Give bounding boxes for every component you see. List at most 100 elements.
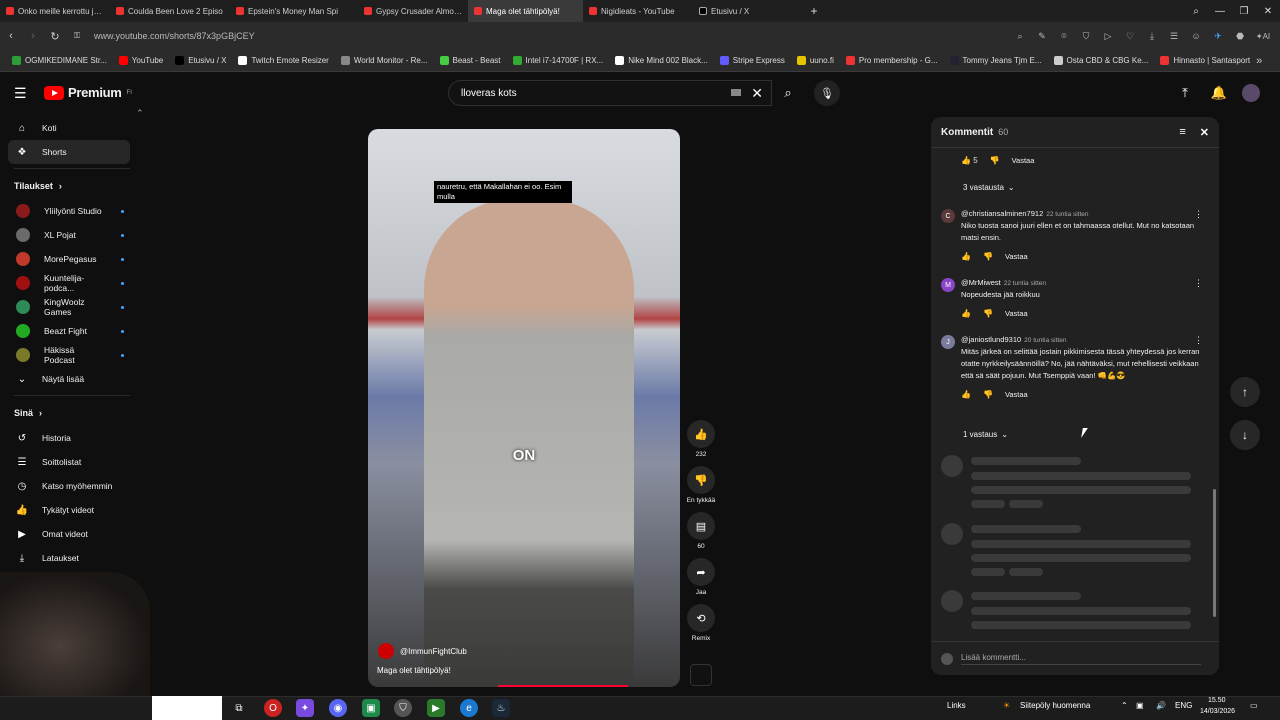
add-comment-input[interactable]: Lisää kommentti... — [961, 653, 1201, 665]
sidebar-item[interactable]: ☰ Soittolistat — [0, 450, 130, 474]
avatar[interactable]: M — [941, 278, 955, 292]
bookmark-item[interactable]: Etusivu / X — [169, 56, 232, 65]
channel-thumbnail-button[interactable] — [690, 664, 712, 686]
discord-icon[interactable]: ◉ — [329, 699, 347, 717]
browser-tab[interactable]: Onko meille kerrottu jo ka — [0, 0, 110, 22]
sidebar-item[interactable]: ▶ Omat videot — [0, 522, 130, 546]
remix-action[interactable]: ⟲ Remix — [687, 604, 715, 642]
avatar[interactable]: J — [941, 335, 955, 349]
shield-icon[interactable]: ⛉ — [394, 699, 412, 717]
search-input[interactable] — [449, 81, 709, 105]
like-comment-icon[interactable]: 👍 5 — [961, 156, 978, 165]
ai-button[interactable]: ✦AI — [1252, 26, 1274, 46]
sidebar-item[interactable]: ↺ Historia — [0, 426, 130, 450]
language-indicator[interactable]: ENG — [1175, 701, 1192, 710]
avatar[interactable]: C — [941, 209, 955, 223]
sidebar-item[interactable]: Beazt Fight — [0, 319, 130, 343]
comment-icon[interactable]: ▤ — [687, 512, 715, 540]
sort-icon[interactable]: ≡ — [1179, 126, 1185, 139]
short-video-player[interactable]: nauretru, että Makallahan ei oo. Esim mu… — [368, 129, 680, 687]
close-window-icon[interactable]: ✕ — [1256, 0, 1280, 22]
comment-time[interactable]: 20 tuntia sitten — [1024, 337, 1066, 344]
app-icon[interactable]: ✦ — [296, 699, 314, 717]
tray-app-icon[interactable]: ▣ — [1136, 701, 1144, 710]
more-options-icon[interactable]: ⋮ — [1194, 335, 1203, 346]
avatar[interactable] — [1242, 84, 1260, 102]
comment-time[interactable]: 22 tuntia sitten — [1004, 280, 1046, 287]
sidebar-item[interactable]: MorePegasus — [0, 247, 130, 271]
browser-tab[interactable]: Epstein's Money Man Spi — [230, 0, 358, 22]
previous-short-button[interactable]: ↑ — [1230, 377, 1260, 407]
like-action[interactable]: 👍 232 — [687, 420, 715, 458]
like-comment-icon[interactable]: 👍 — [961, 252, 971, 261]
like-comment-icon[interactable]: 👍 — [961, 390, 971, 399]
reply-button[interactable]: Vastaa — [1005, 252, 1028, 261]
bookmark-item[interactable]: Hinnasto | Santasport — [1154, 56, 1256, 65]
bookmark-item[interactable]: World Monitor - Re... — [335, 56, 434, 65]
weather-widget[interactable]: Siitepöly huomenna — [1020, 701, 1090, 710]
video-title[interactable]: Maga olet tähtipölyä! — [377, 666, 451, 675]
forward-icon[interactable]: › — [22, 22, 44, 50]
comment-author[interactable]: @janiostlund9310 — [961, 335, 1021, 344]
minimize-icon[interactable]: — — [1208, 0, 1232, 22]
dislike-action[interactable]: 👎 En tykkää — [687, 466, 715, 504]
bookmark-item[interactable]: OGMIKEDIMANE Str... — [6, 56, 113, 65]
bookmark-item[interactable]: Nike Mind 002 Black... — [609, 56, 714, 65]
task-view-icon[interactable]: ⧉ — [230, 699, 248, 717]
more-options-icon[interactable]: ⋮ — [1194, 209, 1203, 220]
like-comment-icon[interactable]: 👍 — [961, 309, 971, 318]
screenshot-icon[interactable]: ⌾ — [1054, 26, 1074, 46]
reply-button[interactable]: Vastaa — [1005, 390, 1028, 399]
site-info-icon[interactable]: ⚿ — [66, 22, 88, 50]
video-channel[interactable]: @ImmunFightClub — [378, 643, 467, 659]
keyboard-icon[interactable] — [731, 89, 741, 96]
dislike-comment-icon[interactable]: 👎 — [983, 309, 993, 318]
reply-button[interactable]: Vastaa — [1012, 156, 1035, 165]
puzzle-icon[interactable]: ⬣ — [1230, 26, 1250, 46]
replies-toggle[interactable]: 1 vastaus ⌄ — [963, 430, 1008, 439]
sidebar-item[interactable]: ❖ Shorts — [8, 140, 130, 164]
sidebar-item[interactable]: Yliilyönti Studio — [0, 199, 130, 223]
shield-icon[interactable]: ⛉ — [1076, 26, 1096, 46]
search-tabs-icon[interactable]: ⌕ — [1184, 0, 1208, 22]
remix-icon[interactable]: ⟲ — [687, 604, 715, 632]
url-field[interactable]: www.youtube.com/shorts/87x3pGBjCEY — [94, 31, 255, 41]
video-progress[interactable] — [498, 685, 628, 687]
play-store-icon[interactable]: ▶ — [427, 699, 445, 717]
browser-tab[interactable]: Coulda Been Love 2 Episo — [110, 0, 230, 22]
bookmark-item[interactable]: Beast - Beast — [434, 56, 507, 65]
search-button[interactable]: ⌕ — [772, 80, 804, 106]
reload-icon[interactable]: ↻ — [44, 22, 66, 50]
comments-scrollbar[interactable] — [1213, 489, 1216, 617]
sidebar-item[interactable]: ⌄ Näytä lisää — [0, 367, 130, 391]
more-options-icon[interactable]: ⋮ — [1194, 278, 1203, 289]
profile-icon[interactable]: ☺ — [1186, 26, 1206, 46]
bookmark-item[interactable]: Twitch Emote Resizer — [232, 56, 334, 65]
bookmark-item[interactable]: Intel i7-14700F | RX... — [507, 56, 610, 65]
browser-tab[interactable]: Maga olet tähtipölyä! — [468, 0, 583, 22]
sidebar-item[interactable]: Kuuntelija-podca... — [0, 271, 130, 295]
replies-toggle[interactable]: 3 vastausta ⌄ — [963, 183, 1015, 192]
clear-search-icon[interactable]: ✕ — [751, 85, 763, 102]
add-comment-box[interactable]: Lisää kommentti... — [931, 641, 1219, 675]
bookmark-item[interactable]: uuno.fi — [791, 56, 840, 65]
share-icon[interactable]: ➦ — [687, 558, 715, 586]
upload-icon[interactable]: ⤒ — [1174, 82, 1196, 104]
browser-tab[interactable]: Gypsy Crusader Almost P — [358, 0, 468, 22]
voice-search-button[interactable]: 🎙 — [814, 80, 840, 106]
sidebar-item[interactable]: XL Pojat — [0, 223, 130, 247]
new-tab-icon[interactable]: + — [803, 0, 825, 22]
edge-icon[interactable]: e — [460, 699, 478, 717]
browser-tab[interactable]: Etusivu / X — [693, 0, 803, 22]
close-comments-icon[interactable]: ✕ — [1200, 126, 1209, 139]
extension-icon[interactable]: ✈ — [1208, 26, 1228, 46]
bookmarks-overflow-icon[interactable]: » — [1256, 55, 1262, 67]
dislike-comment-icon[interactable]: 👎 — [983, 252, 993, 261]
reply-button[interactable]: Vastaa — [1005, 309, 1028, 318]
youtube-premium-logo[interactable]: Premium FI — [44, 85, 132, 100]
comment-author[interactable]: @christiansalminen7912 — [961, 209, 1043, 218]
zoom-icon[interactable]: ⌕ — [1010, 26, 1030, 46]
tray-chevron-icon[interactable]: ⌃ — [1121, 701, 1128, 710]
hamburger-menu-icon[interactable]: ☰ — [14, 86, 30, 100]
sidebar-item[interactable]: ⤓ Lataukset — [0, 546, 130, 570]
